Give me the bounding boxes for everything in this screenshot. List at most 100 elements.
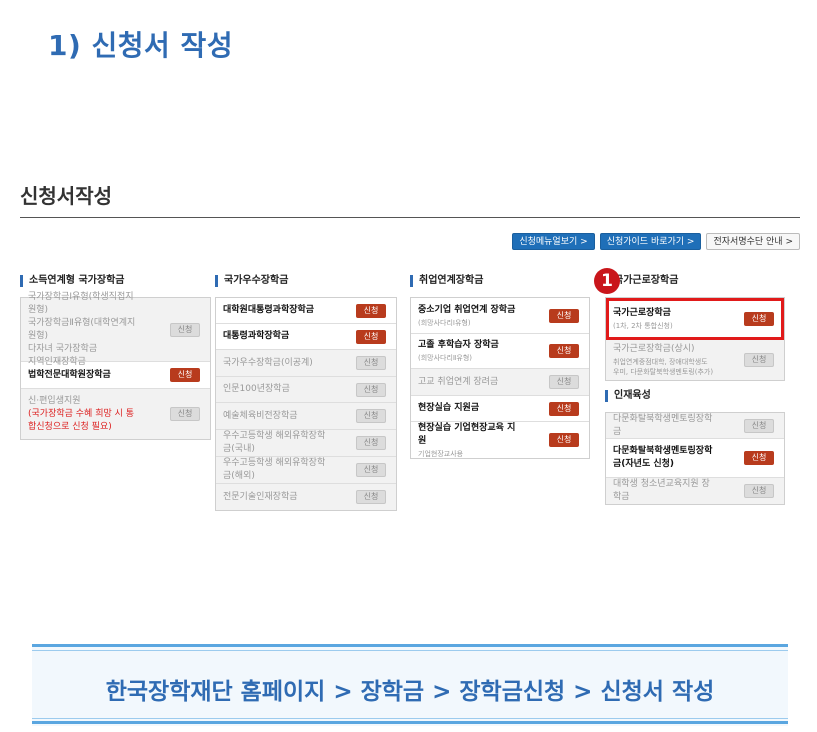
page-heading: 1) 신청서 작성 <box>48 29 234 62</box>
scholarship-list: 국가근로장학금 (1차, 2차 통합신청) 신청 국가근로장학금(상시) 취업연… <box>605 297 785 381</box>
item-label: 우수고등학생 해외유학장학금(해외) <box>223 458 326 481</box>
apply-button-disabled: 신청 <box>356 436 386 450</box>
item-label: 국가장학금Ⅱ유형(대학연계지원형) <box>28 317 136 341</box>
list-item: 전문기술인재장학금 신청 <box>216 484 396 510</box>
apply-button-disabled: 신청 <box>549 375 579 389</box>
item-sublabel: (1차, 2차 통합신청) <box>613 321 673 330</box>
footer-top-rule-thin <box>32 650 788 651</box>
apply-button[interactable]: 신청 <box>549 433 579 447</box>
item-label: 현장실습 기업현장교육 지원 <box>418 422 516 446</box>
section-divider <box>20 217 800 218</box>
apply-button-disabled: 신청 <box>356 490 386 504</box>
item-label: 대통령과학장학금 <box>223 331 290 341</box>
item-sublabel: (희망사다리Ⅰ유형) <box>418 318 471 327</box>
list-item: 고교 취업연계 장려금 신청 <box>411 369 589 396</box>
column-title: 국가근로장학금 <box>605 275 785 287</box>
apply-button-disabled: 신청 <box>356 356 386 370</box>
list-item: 대통령과학장학금 신청 <box>216 324 396 350</box>
footer-bottom-rule <box>32 721 788 724</box>
list-item: 국가장학금Ⅰ유형(학생직접지원형) 국가장학금Ⅱ유형(대학연계지원형) 다자녀 … <box>21 292 210 367</box>
item-label: 법학전문대학원장학금 <box>28 369 111 380</box>
apply-button[interactable]: 신청 <box>356 303 386 318</box>
column-national-excellence: 국가우수장학금 대학원대통령과학장학금 신청 대통령과학장학금 신청 국가우수장… <box>215 275 397 511</box>
column-employment-linked: 취업연계장학금 중소기업 취업연계 장학금 (희망사다리Ⅰ유형) 신청 고졸 후… <box>410 275 590 459</box>
step-number-badge: 1 <box>594 268 620 294</box>
item-label: 국가근로장학금(상시) <box>613 344 695 354</box>
apply-button[interactable]: 신청 <box>744 311 774 326</box>
list-item: 인문100년장학금 신청 <box>216 377 396 403</box>
item-label: 국가근로장학금 <box>613 307 671 318</box>
list-item: 우수고등학생 해외유학장학금(국내) 신청 <box>216 430 396 457</box>
scholarship-list: 중소기업 취업연계 장학금 (희망사다리Ⅰ유형) 신청 고졸 후학습자 장학금 … <box>410 297 590 459</box>
scholarship-list: 다문화탈북학생멘토링장학금 신청 다문화탈북학생멘토링장학금(자년도 신청) 신… <box>605 412 785 505</box>
column-title: 인재육성 <box>605 390 785 402</box>
footer-bottom-rule-thin <box>32 718 788 719</box>
apply-button[interactable]: 신청 <box>744 451 774 465</box>
apply-button-disabled: 신청 <box>744 418 774 433</box>
column-talent-development: 인재육성 다문화탈북학생멘토링장학금 신청 다문화탈북학생멘토링장학금(자년도 … <box>605 390 785 505</box>
apply-button-disabled: 신청 <box>744 353 774 367</box>
apply-button-disabled: 신청 <box>170 322 200 337</box>
list-item: 국가우수장학금(이공계) 신청 <box>216 350 396 377</box>
list-item: 신·편입생지원 (국가장학금 수혜 희망 시 통합신청으로 신청 필요) 신청 <box>21 389 210 439</box>
list-item: 다문화탈북학생멘토링장학금(자년도 신청) 신청 <box>606 439 784 478</box>
item-label: 다자녀 국가장학금 <box>28 343 98 354</box>
item-label: 중소기업 취업연계 장학금 <box>418 304 516 315</box>
list-item: 법학전문대학원장학금 신청 <box>21 362 210 389</box>
item-label: 인문100년장학금 <box>223 384 290 394</box>
column-title: 소득연계형 국가장학금 <box>20 275 211 287</box>
item-label: 신·편입생지원 <box>28 395 81 406</box>
e-signature-guide-button[interactable]: 전자서명수단 안내 > <box>706 233 800 250</box>
column-income-linked: 소득연계형 국가장학금 국가장학금Ⅰ유형(학생직접지원형) 국가장학금Ⅱ유형(대… <box>20 275 211 440</box>
list-item: 현장실습 기업현장교육 지원 기업현장교사용 신청 <box>411 422 589 458</box>
section-title: 신청서작성 <box>20 184 112 208</box>
apply-button[interactable]: 신청 <box>549 308 579 323</box>
list-item: 대학생 청소년교육지원 장학금 신청 <box>606 478 784 504</box>
item-label: 예술체육비전장학금 <box>223 410 298 421</box>
manual-view-button[interactable]: 신청메뉴얼보기 > <box>512 233 595 250</box>
item-sublabel: 취업연계중점대학, 장애대학생도우미, 다문화탈북학생멘토링(추가) <box>613 358 714 376</box>
list-item: 다문화탈북학생멘토링장학금 신청 <box>606 413 784 439</box>
footer-path-text: 한국장학재단 홈페이지 > 장학금 > 장학금신청 > 신청서 작성 <box>105 679 715 705</box>
column-national-work: 국가근로장학금 국가근로장학금 (1차, 2차 통합신청) 신청 국가근로장학금… <box>605 275 785 381</box>
list-item: 예술체육비전장학금 신청 <box>216 403 396 430</box>
apply-button-disabled: 신청 <box>356 409 386 423</box>
list-item: 현장실습 지원금 신청 <box>411 396 589 422</box>
item-label: 다문화탈북학생멘토링장학금(자년도 신청) <box>613 446 713 469</box>
apply-button-disabled: 신청 <box>356 382 386 397</box>
apply-button-disabled: 신청 <box>170 407 200 421</box>
item-label: 고교 취업연계 장려금 <box>418 376 499 387</box>
item-note: (국가장학금 수혜 희망 시 통합신청으로 신청 필요) <box>28 408 135 432</box>
item-label: 전문기술인재장학금 <box>223 491 298 502</box>
apply-button[interactable]: 신청 <box>549 344 579 358</box>
item-sublabel: 기업현장교사용 <box>418 449 464 458</box>
apply-button[interactable]: 신청 <box>170 368 200 382</box>
apply-button[interactable]: 신청 <box>549 401 579 416</box>
item-label: 국가우수장학금(이공계) <box>223 357 313 368</box>
scholarship-list: 국가장학금Ⅰ유형(학생직접지원형) 국가장학금Ⅱ유형(대학연계지원형) 다자녀 … <box>20 292 211 440</box>
footer-top-rule <box>32 644 788 647</box>
top-button-group: 신청메뉴얼보기 > 신청가이드 바로가기 > 전자서명수단 안내 > <box>512 233 800 250</box>
item-label: 고졸 후학습자 장학금 <box>418 340 499 350</box>
list-item: 국가근로장학금(상시) 취업연계중점대학, 장애대학생도우미, 다문화탈북학생멘… <box>606 340 784 380</box>
apply-button-disabled: 신청 <box>744 484 774 498</box>
item-label: 다문화탈북학생멘토링장학금 <box>613 413 713 437</box>
apply-button-disabled: 신청 <box>356 463 386 477</box>
item-label: 국가장학금Ⅰ유형(학생직접지원형) <box>28 291 134 315</box>
item-label: 대학생 청소년교육지원 장학금 <box>613 479 710 502</box>
column-title: 취업연계장학금 <box>410 275 590 287</box>
footer-path-banner: 한국장학재단 홈페이지 > 장학금 > 장학금신청 > 신청서 작성 <box>32 644 788 726</box>
column-title: 국가우수장학금 <box>215 275 397 287</box>
list-item: 우수고등학생 해외유학장학금(해외) 신청 <box>216 457 396 484</box>
item-label: 대학원대통령과학장학금 <box>223 305 315 315</box>
item-label: 현장실습 지원금 <box>418 403 480 413</box>
list-item: 고졸 후학습자 장학금 (희망사다리Ⅱ유형) 신청 <box>411 334 589 369</box>
list-item-highlighted: 국가근로장학금 (1차, 2차 통합신청) 신청 <box>606 298 784 340</box>
scholarship-list: 대학원대통령과학장학금 신청 대통령과학장학금 신청 국가우수장학금(이공계) … <box>215 297 397 511</box>
apply-button[interactable]: 신청 <box>356 329 386 344</box>
item-sublabel: (희망사다리Ⅱ유형) <box>418 354 472 362</box>
item-label: 우수고등학생 해외유학장학금(국내) <box>223 431 326 454</box>
guide-shortcut-button[interactable]: 신청가이드 바로가기 > <box>599 233 702 250</box>
list-item: 중소기업 취업연계 장학금 (희망사다리Ⅰ유형) 신청 <box>411 298 589 334</box>
list-item: 대학원대통령과학장학금 신청 <box>216 298 396 324</box>
